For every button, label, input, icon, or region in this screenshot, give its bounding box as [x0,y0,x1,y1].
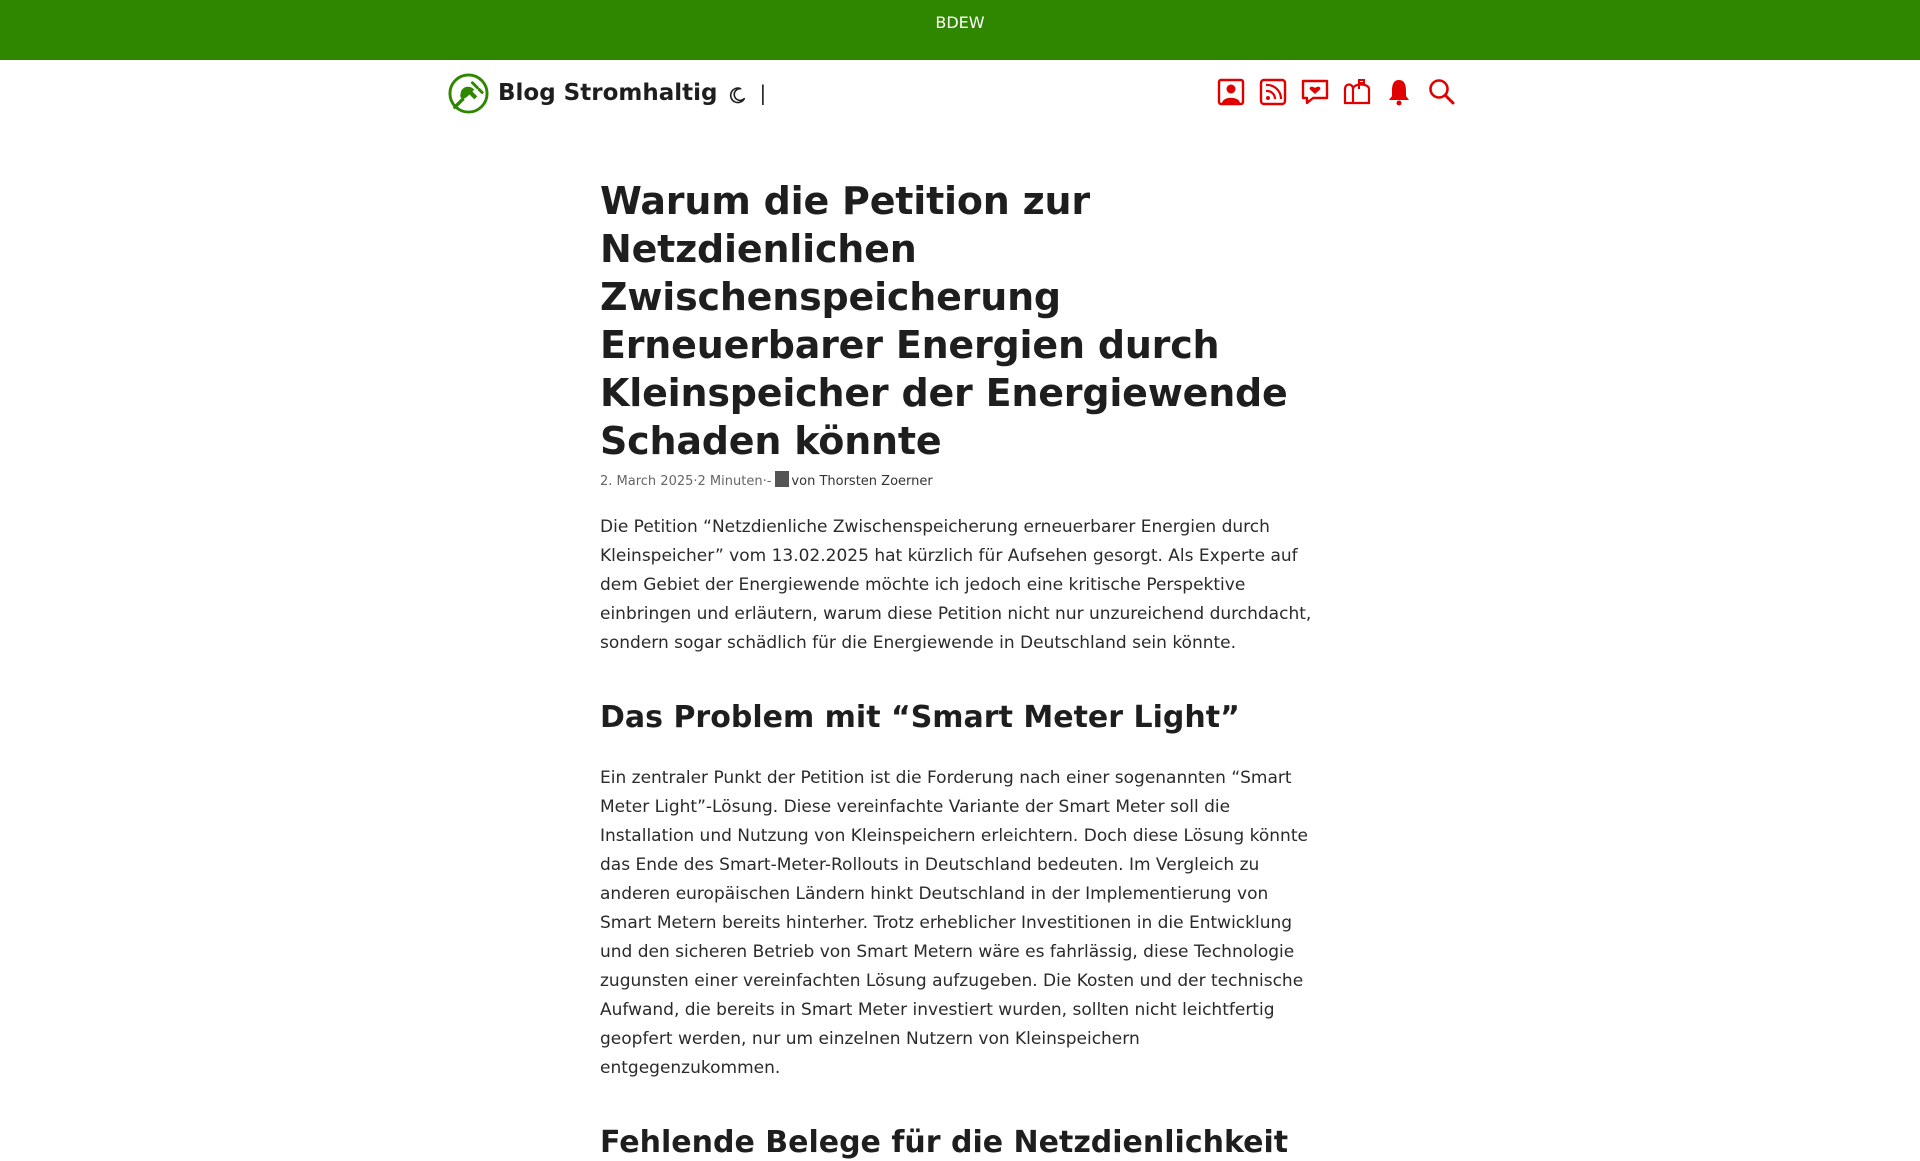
section-heading: Das Problem mit “Smart Meter Light” [600,700,1240,735]
article: Warum die Petition zur Netzdienlichen Zw… [600,177,1320,1161]
article-read-time: 2 Minuten [697,473,763,489]
article-meta: 2. March 2025 · 2 Minuten · - von Thorst… [600,471,1320,491]
brand[interactable]: Blog Stromhaltig | [447,71,766,115]
article-author[interactable]: von Thorsten Zoerner [791,474,932,489]
mailbox-icon[interactable] [1341,76,1373,108]
top-banner-label[interactable]: BDEW [935,13,984,32]
site-title[interactable]: Blog Stromhaltig [498,80,717,106]
site-header: Blog Stromhaltig | [0,60,1920,125]
heart-chat-icon[interactable] [1299,76,1331,108]
user-icon[interactable] [1215,76,1247,108]
plug-logo-icon [448,72,489,114]
author-avatar [775,471,790,487]
section-body: Ein zentraler Punkt der Petition ist die… [600,768,1308,1078]
header-separator: | [759,81,767,105]
article-date: 2. March 2025 [600,473,694,489]
rss-icon[interactable] [1257,76,1289,108]
moon-icon[interactable] [729,86,747,104]
search-icon[interactable] [1425,76,1457,108]
article-title: Warum die Petition zur Netzdienlichen Zw… [600,179,1288,463]
header-nav-icons [1215,76,1467,108]
article-intro: Die Petition “Netzdienliche Zwischenspei… [600,517,1312,653]
bell-icon[interactable] [1383,76,1415,108]
top-banner: BDEW [0,0,1920,60]
meta-dash: - [766,473,772,489]
section-heading: Fehlende Belege für die Netzdienlichkeit [600,1125,1289,1160]
